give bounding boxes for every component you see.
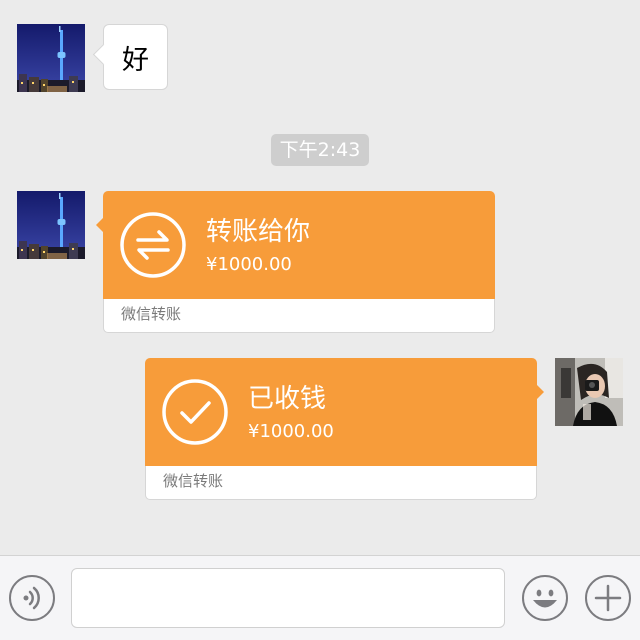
transfer-footer: 微信转账 [145,466,537,500]
emoji-button[interactable] [522,575,568,621]
message-input[interactable] [71,568,505,628]
emoji-icon [533,589,557,608]
text-message-bubble[interactable]: 好 [92,24,168,90]
voice-button[interactable] [9,575,55,621]
timestamp-badge: 下午2:43 [270,134,370,166]
transfer-amount: ¥1000.00 [206,254,292,275]
transfer-amount: ¥1000.00 [248,421,334,442]
contact-avatar[interactable] [17,191,85,259]
message-text: 好 [122,44,149,76]
transfer-arrows-icon [120,212,186,278]
input-bar [0,555,640,640]
transfer-title: 转账给你 [206,217,311,247]
transfer-card-received[interactable]: 已收钱 ¥1000.00 微信转账 [145,358,544,500]
transfer-card-incoming[interactable]: 转账给你 ¥1000.00 微信转账 [96,191,495,333]
checkmark-icon [162,379,228,445]
voice-icon [23,586,40,610]
transfer-footer: 微信转账 [103,299,495,333]
self-avatar[interactable] [555,358,623,426]
more-button[interactable] [585,575,631,621]
chat-area: 好 下午2:43 转账给你 ¥1000.00 微信转账 已收钱 ¥1000.00… [0,0,640,555]
contact-avatar[interactable] [17,24,85,92]
transfer-title: 已收钱 [248,384,327,414]
plus-icon [594,584,622,612]
